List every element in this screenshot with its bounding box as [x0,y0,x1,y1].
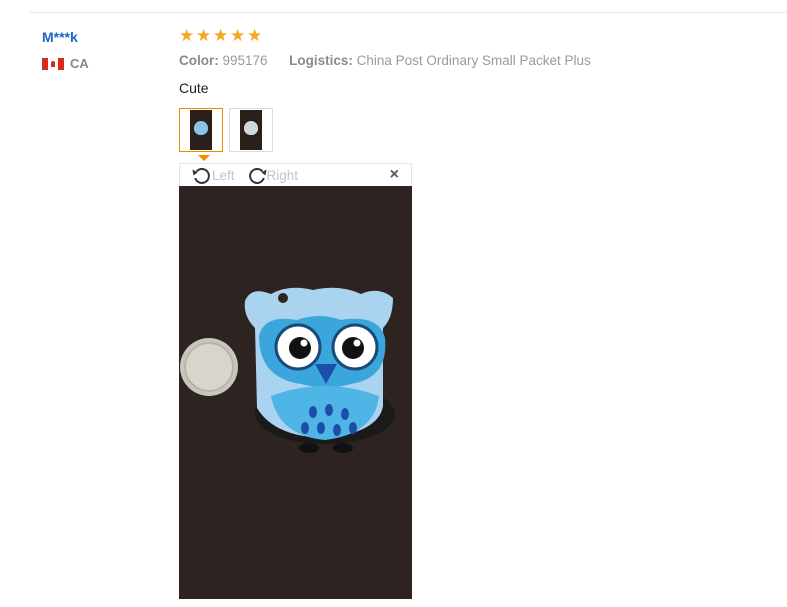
thumbnail-2[interactable] [229,108,273,152]
rotate-left-button[interactable]: Left [190,163,235,187]
star-icon: ★ [213,26,229,45]
image-viewer-toolbar: Left Right × [179,163,412,186]
thumbnail-1[interactable] [179,108,223,152]
star-icon: ★ [179,26,195,45]
star-icon: ★ [230,26,246,45]
rotate-right-button[interactable]: Right [245,163,299,187]
active-thumbnail-pointer [198,155,210,161]
star-icon: ★ [196,26,212,45]
rotate-right-icon [248,167,267,184]
rotate-left-label: Left [212,167,235,183]
owl-photo-illustration [179,186,412,599]
review-body: ★ ★ ★ ★ ★ Color: 995176 Logistics: China… [179,26,779,97]
canada-flag-icon [42,57,64,70]
star-icon: ★ [247,26,263,45]
logistics-label: Logistics: [289,53,353,68]
order-meta: Color: 995176 Logistics: China Post Ordi… [179,52,779,69]
review-thumbnails [179,108,273,152]
review-comment: Cute [179,80,209,96]
buyer-name: M***k [42,29,78,45]
divider [30,12,787,13]
color-label: Color: [179,53,219,68]
review-photo [179,186,412,599]
star-rating: ★ ★ ★ ★ ★ [179,26,779,46]
rotate-right-label: Right [266,167,299,183]
logistics-value: China Post Ordinary Small Packet Plus [356,53,591,68]
rotate-left-icon [192,167,210,184]
buyer-country: CA [42,56,162,71]
country-code: CA [70,56,89,71]
close-icon[interactable]: × [390,166,399,184]
color-value: 995176 [222,53,268,68]
buyer-info: M***k CA [42,28,162,71]
